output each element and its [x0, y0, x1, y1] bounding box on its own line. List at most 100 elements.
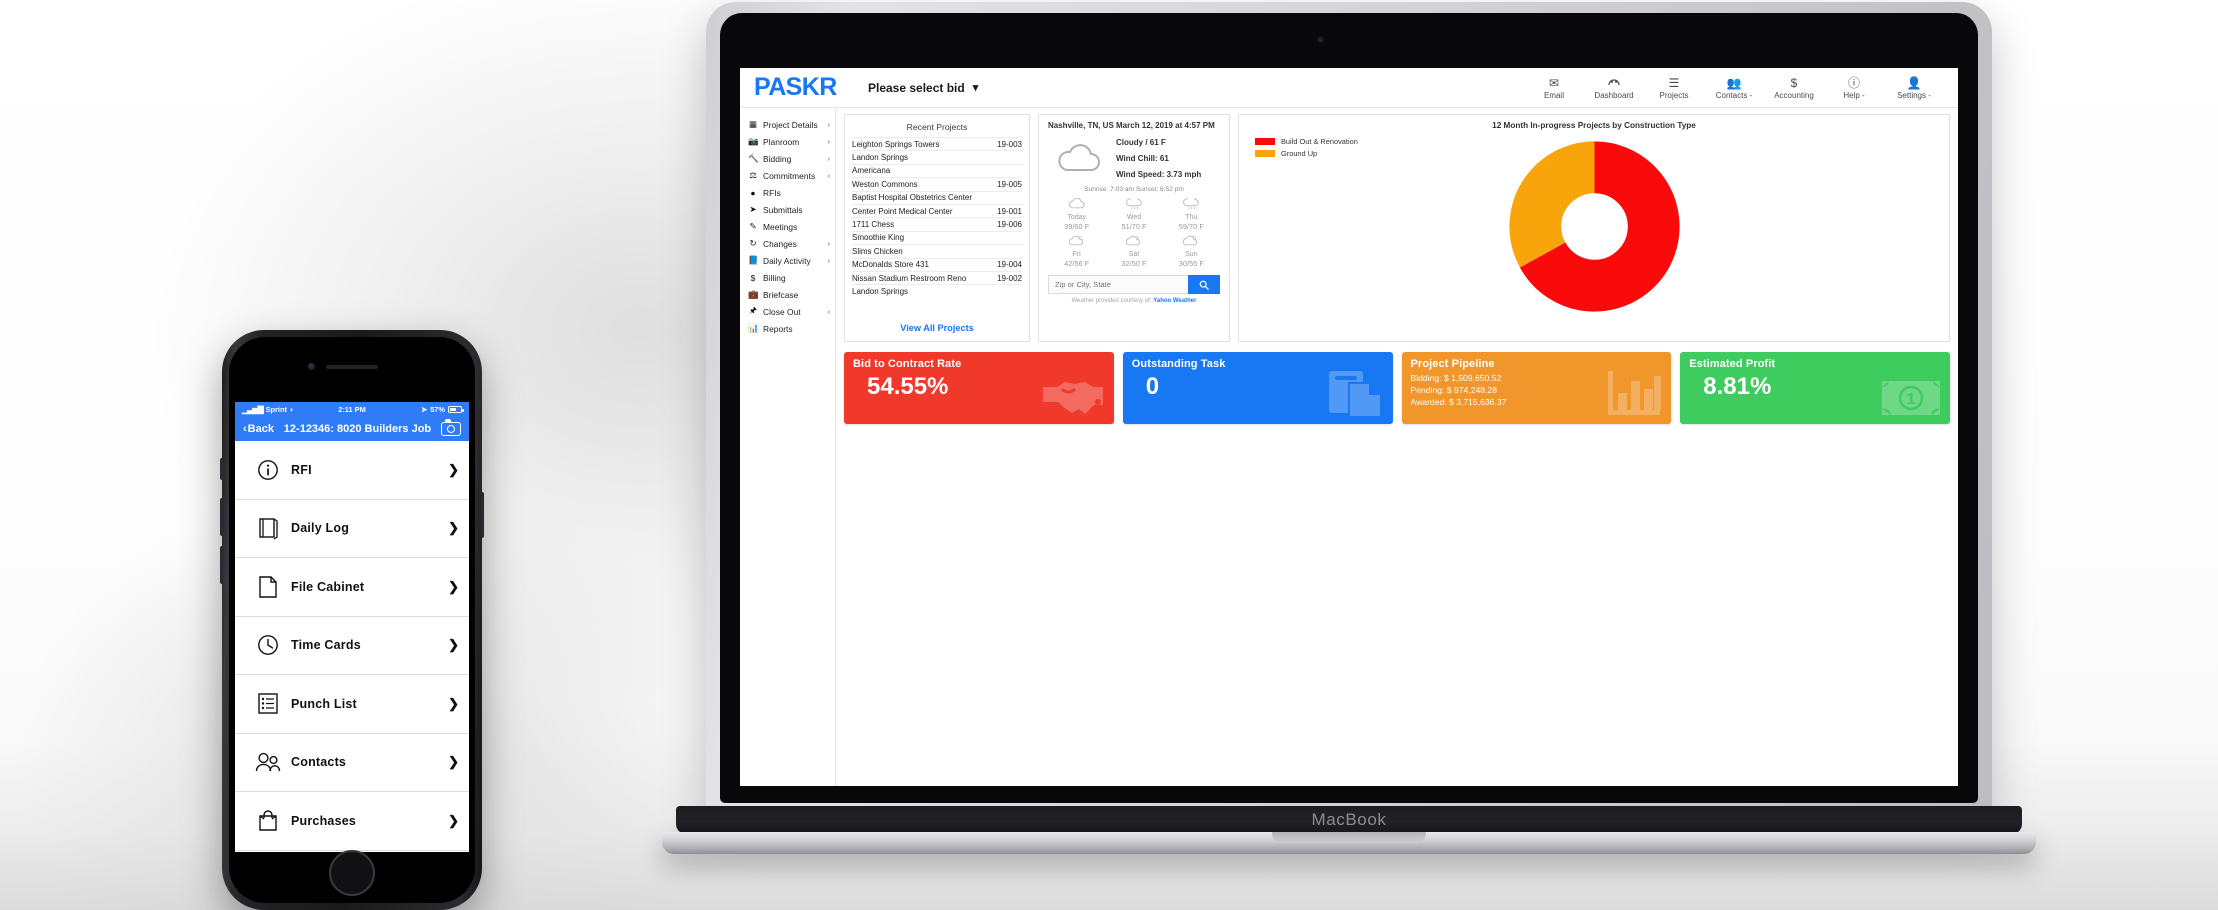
front-camera-icon [308, 363, 315, 370]
refresh-icon: ↻ [749, 238, 757, 248]
sidebar-item-label: Briefcase [763, 289, 799, 300]
phone-menu-label: RFI [291, 462, 312, 477]
sidebar-item-label: Commitments [763, 170, 816, 181]
forecast-temp: 39/60 F [1064, 222, 1090, 231]
phone-menu-item-purchases[interactable]: Purchases ❯ [235, 792, 469, 851]
table-row[interactable]: Weston Commons 19-005 [852, 177, 1022, 190]
signal-bars-icon: ▁▃▅▇ [242, 404, 264, 414]
back-button[interactable]: ‹ Back [243, 423, 274, 435]
sidebar-item-briefcase[interactable]: 💼 Briefcase [740, 286, 835, 303]
weather-search-button[interactable] [1188, 275, 1220, 294]
donut-chart [1249, 130, 1939, 322]
chevron-right-icon: ❯ [448, 754, 459, 770]
table-row[interactable]: 1711 Chess 19-006 [852, 217, 1022, 230]
sidebar-item-rfis[interactable]: ● RFIs [740, 184, 835, 201]
table-row[interactable]: Americana [852, 163, 1022, 177]
sidebar-item-close-out[interactable]: 🖈 Close Out › [740, 303, 835, 320]
weather-search-input[interactable] [1048, 275, 1188, 294]
forecast-temp: 59/70 F [1178, 222, 1204, 231]
paskr-web-app: PASKR Please select bid ▾ ✉ Email Dashbo… [740, 68, 1958, 786]
project-name: 1711 Chess [852, 220, 895, 230]
topnav-contacts[interactable]: 👥 Contacts - [1704, 77, 1764, 100]
topnav-dashboard[interactable]: Dashboard [1584, 76, 1644, 100]
project-number: 19-001 [997, 206, 1022, 216]
edit-icon: ✎ [749, 221, 757, 231]
phone-menu-item-time-cards[interactable]: Time Cards ❯ [235, 617, 469, 675]
phone-menu-item-file-cabinet[interactable]: File Cabinet ❯ [235, 558, 469, 617]
kpi-cards: Bid to Contract Rate 54.55% Outstanding … [844, 352, 1950, 424]
sidebar-item-daily-activity[interactable]: 📘 Daily Activity › [740, 252, 835, 269]
phone-volume-up-button[interactable] [220, 498, 223, 536]
weather-forecast: Today 39/60 F Wed 51/70 F Thu 59/70 F Fr… [1048, 195, 1220, 268]
camera-icon[interactable] [441, 419, 461, 436]
table-row[interactable]: Baptist Hospital Obstetrics Center [852, 190, 1022, 204]
phone-power-button[interactable] [481, 492, 484, 538]
table-row[interactable]: Slims Chicken [852, 244, 1022, 257]
laptop-screen: PASKR Please select bid ▾ ✉ Email Dashbo… [740, 68, 1958, 786]
forecast-temp: 51/70 F [1121, 222, 1147, 231]
forecast-day-name: Sat [1128, 251, 1140, 258]
view-all-projects-link[interactable]: View All Projects [845, 311, 1029, 341]
topnav-email[interactable]: ✉ Email [1524, 77, 1584, 100]
paskr-logo[interactable]: PASKR [740, 73, 868, 102]
briefcase-icon: 💼 [748, 289, 759, 299]
phone-menu-item-daily-log[interactable]: Daily Log ❯ [235, 500, 469, 558]
kpi-card-outstanding-task[interactable]: Outstanding Task 0 [1122, 352, 1393, 424]
info-circle-icon [245, 459, 291, 481]
recent-projects-panel: Recent Projects Leighton Springs Towers … [844, 114, 1030, 342]
phone-menu-item-contacts[interactable]: Contacts ❯ [235, 734, 469, 792]
chevron-right-icon: › [827, 137, 831, 146]
phone-menu-item-punch-list[interactable]: Punch List ❯ [235, 675, 469, 734]
battery-percent: 57% [430, 404, 445, 414]
topnav-projects[interactable]: ☰ Projects [1644, 77, 1704, 100]
kpi-card-estimated-profit[interactable]: Estimated Profit 8.81% 1 [1680, 352, 1950, 424]
main-content: Recent Projects Leighton Springs Towers … [836, 108, 1958, 786]
kpi-card-project-pipeline[interactable]: Project Pipeline Bidding: $ 1,509,650.52… [1401, 352, 1672, 424]
chevron-right-icon: ❯ [448, 578, 459, 594]
topnav-settings[interactable]: 👤 Settings - [1884, 77, 1944, 100]
kpi-card-bid-to-contract[interactable]: Bid to Contract Rate 54.55% [844, 352, 1114, 424]
sidebar-item-bidding[interactable]: 🔨 Bidding › [740, 150, 835, 167]
table-row[interactable]: Nissan Stadium Restroom Reno 19-002 [852, 270, 1022, 284]
sidebar-item-meetings[interactable]: ✎ Meetings [740, 218, 835, 235]
project-name: McDonalds Store 431 [852, 260, 929, 270]
sidebar-item-reports[interactable]: 📊 Reports [740, 320, 835, 337]
tablet-icon: ▦ [748, 119, 758, 129]
chevron-right-icon: › [827, 307, 831, 316]
yahoo-weather-link[interactable]: Yahoo Weather [1153, 298, 1196, 304]
iphone-device: ▁▃▅▇ Sprint ◐ 2:11 PM ➤ 57% ‹ Back 12-12… [220, 330, 484, 910]
sidebar-item-billing[interactable]: $ Billing [740, 269, 835, 286]
sidebar-item-label: Submittals [763, 204, 803, 215]
phone-menu-item-rfi[interactable]: RFI ❯ [235, 441, 469, 500]
phone-volume-down-button[interactable] [220, 546, 223, 584]
sidebar-item-project-details[interactable]: ▦ Project Details › [740, 116, 835, 133]
construction-type-chart-panel: 12 Month In-progress Projects by Constru… [1238, 114, 1950, 342]
pipeline-bidding: Bidding: $ 1,509,650.52 [1410, 373, 1502, 383]
home-button[interactable] [329, 850, 375, 896]
person-icon: 👤 [1906, 75, 1922, 90]
table-row[interactable]: Smoothie King [852, 230, 1022, 244]
topnav-help[interactable]: ⓘ Help - [1824, 77, 1884, 100]
sidebar-item-commitments[interactable]: ⚖ Commitments › [740, 167, 835, 184]
sidebar-item-planroom[interactable]: 📷 Planroom › [740, 133, 835, 150]
chevron-right-icon: › [827, 171, 831, 180]
checklist-icon [245, 692, 291, 715]
laptop-base-notch [1272, 832, 1426, 843]
topnav-accounting[interactable]: $ Accounting [1764, 77, 1824, 100]
phone-mute-switch[interactable] [220, 458, 223, 480]
sidebar-item-label: Planroom [763, 136, 800, 147]
sidebar-item-changes[interactable]: ↻ Changes › [740, 235, 835, 252]
topnav-label: Help - [1843, 90, 1865, 100]
bid-selector[interactable]: Please select bid ▾ [868, 81, 978, 95]
table-row[interactable]: Landon Springs [852, 284, 1022, 297]
sidebar-item-submittals[interactable]: ➤ Submittals [740, 201, 835, 218]
table-row[interactable]: McDonalds Store 431 19-004 [852, 257, 1022, 271]
people-icon [245, 752, 291, 772]
table-row[interactable]: Landon Springs [852, 150, 1022, 163]
table-row[interactable]: Center Point Medical Center 19-001 [852, 203, 1022, 217]
forecast-day-name: Thu [1185, 214, 1198, 221]
table-row[interactable]: Leighton Springs Towers 19-003 [852, 137, 1022, 150]
forecast-day-name: Today [1067, 214, 1086, 221]
sunrise-sunset: Sunrise: 7:03 am Sunset: 6:52 pm [1084, 186, 1184, 193]
chevron-right-icon: › [827, 154, 831, 163]
